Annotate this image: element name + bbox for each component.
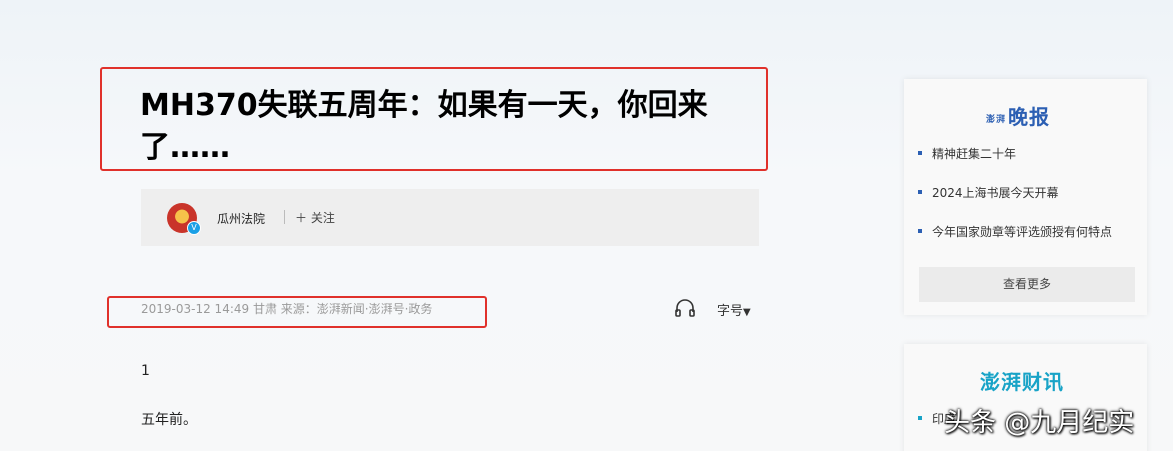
news-item[interactable]: 2024上海书展今天开幕: [918, 184, 1112, 223]
caixun-logo[interactable]: 澎湃财讯: [980, 366, 1064, 395]
watermark: 头条 @九月纪实: [944, 408, 1135, 438]
follow-label: 关注: [310, 211, 335, 225]
evening-news-card: 澎湃 晚报 精神赶集二十年 2024上海书展今天开幕 今年国家勋章等评选颁授有何特…: [904, 79, 1147, 315]
article-meta: 2019-03-12 14:49 甘肃 来源：澎湃新闻·澎湃号·政务: [141, 302, 433, 316]
verified-icon: V: [187, 221, 201, 235]
plus-icon: ＋: [295, 211, 308, 225]
evening-news-logo[interactable]: 澎湃 晚报: [986, 101, 1050, 130]
news-item[interactable]: 今年国家勋章等评选颁授有何特点: [918, 223, 1112, 262]
article-paragraph: 五年前。: [141, 412, 197, 428]
author-name[interactable]: 瓜州法院: [217, 210, 265, 227]
view-more-button[interactable]: 查看更多: [919, 267, 1135, 302]
news-item[interactable]: 精神赶集二十年: [918, 145, 1112, 184]
divider: [284, 210, 285, 224]
news-list: 精神赶集二十年 2024上海书展今天开幕 今年国家勋章等评选颁授有何特点: [918, 145, 1112, 262]
font-size-button[interactable]: 字号▼: [717, 300, 751, 319]
headphones-icon[interactable]: [674, 297, 696, 319]
author-bar: V 瓜州法院 ＋ 关注: [141, 189, 759, 246]
font-size-label: 字号: [717, 304, 744, 319]
article-paragraph: 1: [141, 363, 150, 379]
follow-button[interactable]: ＋ 关注: [295, 209, 335, 226]
caret-down-icon: ▼: [743, 307, 751, 318]
article-title: MH370失联五周年：如果有一天，你回来了……: [140, 88, 708, 165]
